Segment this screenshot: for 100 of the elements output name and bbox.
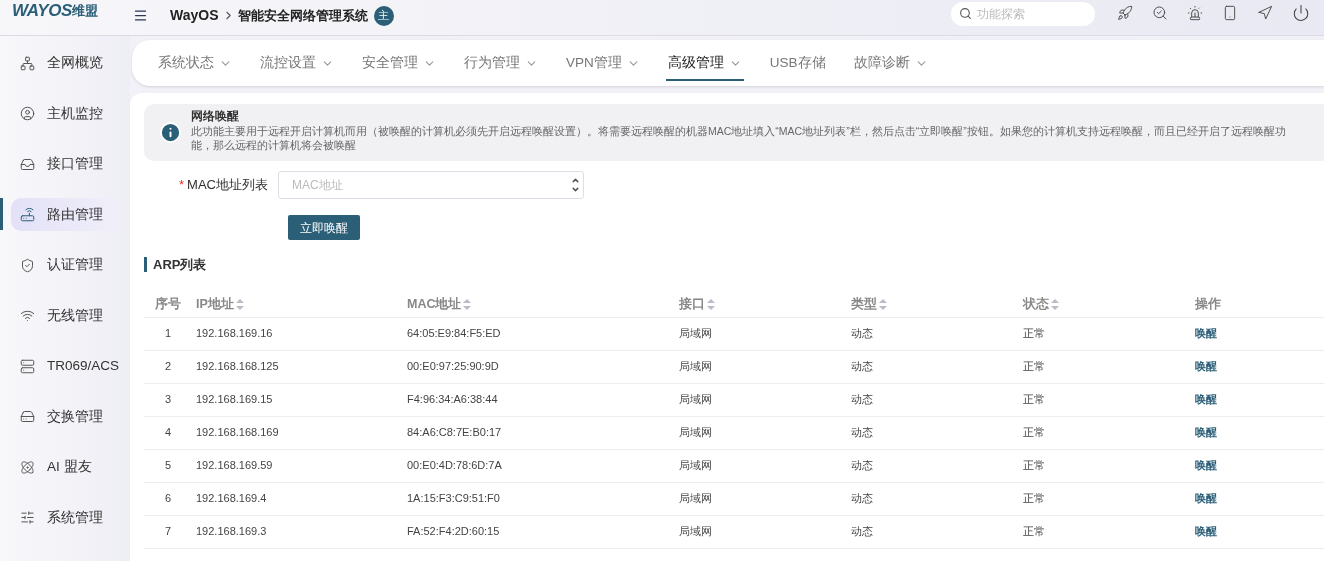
column-header[interactable]: MAC地址 [407, 297, 462, 312]
tab[interactable]: 系统状态 [156, 45, 234, 81]
table-cell: 1A:15:F3:C9:51:F0 [407, 492, 500, 505]
table-cell: 192.168.168.169 [196, 426, 279, 439]
wifi-icon [20, 308, 35, 324]
wake-link[interactable]: 唤醒 [1195, 525, 1217, 538]
tab[interactable]: 流控设置 [258, 45, 336, 81]
table-cell: 正常 [1023, 525, 1045, 538]
rocket-icon[interactable] [1117, 4, 1133, 21]
sidebar-item[interactable]: 无线管理 [11, 299, 119, 333]
network-icon [20, 55, 35, 71]
tab[interactable]: USB存储 [767, 45, 828, 81]
sidebar-item[interactable]: 认证管理 [11, 248, 119, 282]
table-cell: F4:96:34:A6:38:44 [407, 393, 498, 406]
wake-link[interactable]: 唤醒 [1195, 327, 1217, 340]
tab[interactable]: 行为管理 [462, 45, 540, 81]
table-cell: 动态 [851, 492, 873, 505]
alarm-icon[interactable] [1187, 4, 1203, 21]
table-cell: 正常 [1023, 327, 1045, 340]
table-cell: 6 [164, 492, 172, 505]
table-cell: 动态 [851, 360, 873, 373]
info-text: 此功能主要用于远程开启计算机而用（被唤醒的计算机必须先开启远程唤醒设置）。将需要远程唤醒的机器MAC地址填入“MAC地址列表”栏，然后点击“立即唤醒”按钮。如果您的计算机支持远程唤醒，而且已经开启了远程唤醒功能，那么远程的计算机将会被唤醒 [191, 124, 1287, 152]
info-icon [159, 121, 182, 144]
sidebar-item[interactable]: TR069/ACS [11, 349, 119, 383]
table-cell: 192.168.169.59 [196, 459, 273, 472]
table-cell: 正常 [1023, 459, 1045, 472]
sliders-icon [20, 510, 35, 526]
breadcrumb-item: 智能安全网络管理系统 [237, 6, 368, 25]
table-cell: 正常 [1023, 360, 1045, 373]
table-cell: 局域网 [679, 459, 712, 472]
column-header[interactable]: 类型 [851, 297, 877, 312]
tab[interactable]: 故障诊断 [851, 45, 930, 81]
table-cell: 4 [164, 426, 172, 439]
phone-icon[interactable] [1222, 4, 1238, 21]
table-cell: 动态 [851, 459, 873, 472]
user-icon [20, 106, 35, 122]
column-header: 操作 [1195, 297, 1221, 312]
table-cell: 192.168.169.15 [196, 393, 273, 406]
tab[interactable]: 安全管理 [360, 45, 438, 81]
wake-link[interactable]: 唤醒 [1195, 492, 1217, 505]
drive-icon [20, 409, 35, 425]
table-cell: 1 [164, 327, 172, 340]
search-field[interactable]: 功能探索 [951, 1, 1095, 26]
sidebar-item[interactable]: 交换管理 [11, 400, 119, 434]
table-cell: 192.168.169.16 [196, 327, 273, 340]
table-cell: 192.168.169.3 [196, 525, 267, 538]
table-cell: 5 [164, 459, 172, 472]
mode-badge: 主 [373, 5, 394, 26]
table-cell: 正常 [1023, 492, 1045, 505]
table-cell: 00:E0:97:25:90:9D [407, 360, 499, 373]
column-header[interactable]: 状态 [1023, 297, 1049, 312]
field-label: MAC地址列表 [187, 177, 268, 193]
wake-link[interactable]: 唤醒 [1195, 426, 1217, 439]
sidebar-item[interactable]: 路由管理 [11, 198, 119, 232]
table-cell: 动态 [851, 426, 873, 439]
table-cell: 动态 [851, 393, 873, 406]
table-cell: 7 [164, 525, 172, 538]
sidebar-item[interactable]: 主机监控 [11, 97, 119, 131]
table-cell: 3 [164, 393, 172, 406]
tab[interactable]: 高级管理 [665, 45, 744, 81]
shield-icon [20, 257, 35, 273]
tab[interactable]: VPN管理 [564, 45, 642, 81]
breadcrumb-item[interactable]: WayOS [170, 5, 219, 26]
table-cell: FA:52:F4:2D:60:15 [407, 525, 500, 538]
port-icon [20, 156, 35, 172]
column-header[interactable]: 接口 [679, 297, 705, 312]
device-icon [20, 358, 35, 374]
menu-icon[interactable] [133, 8, 148, 23]
table-cell: 局域网 [679, 393, 712, 406]
table-cell: 64:05:E9:84:F5:ED [407, 327, 501, 340]
navigation-icon[interactable] [1257, 4, 1273, 21]
atom-icon [20, 459, 35, 475]
sidebar-item[interactable]: 系统管理 [11, 501, 119, 535]
sidebar-item[interactable]: AI 盟友 [11, 450, 119, 484]
router-icon [20, 207, 35, 223]
wake-link[interactable]: 唤醒 [1195, 360, 1217, 373]
section-title: ARP列表 [153, 256, 207, 274]
sidebar-item[interactable]: 接口管理 [11, 147, 119, 181]
table-cell: 局域网 [679, 360, 712, 373]
table-cell: 局域网 [679, 525, 712, 538]
required-mark: * [179, 177, 185, 193]
wake-link[interactable]: 唤醒 [1195, 459, 1217, 472]
search-icon [959, 6, 972, 20]
wake-now-button[interactable]: 立即唤醒 [288, 215, 360, 240]
table-cell: 动态 [851, 327, 873, 340]
logo-text: 维盟 [71, 1, 98, 20]
power-icon[interactable] [1292, 3, 1310, 22]
wake-link[interactable]: 唤醒 [1195, 393, 1217, 406]
table-cell: 局域网 [679, 492, 712, 505]
sidebar-item[interactable]: 全网概览 [11, 46, 119, 80]
column-header: 序号 [155, 297, 181, 312]
mac-address-field[interactable]: MAC地址 [278, 171, 584, 199]
table-cell: 192.168.168.125 [196, 360, 279, 373]
logo: WAYOS [12, 0, 72, 22]
spinner-icon[interactable] [571, 176, 580, 194]
table-cell: 正常 [1023, 426, 1045, 439]
table-cell: 局域网 [679, 426, 712, 439]
column-header[interactable]: IP地址 [196, 297, 234, 312]
table-cell: 动态 [851, 525, 873, 538]
table-cell: 84:A6:C8:7E:B0:17 [407, 426, 502, 439]
